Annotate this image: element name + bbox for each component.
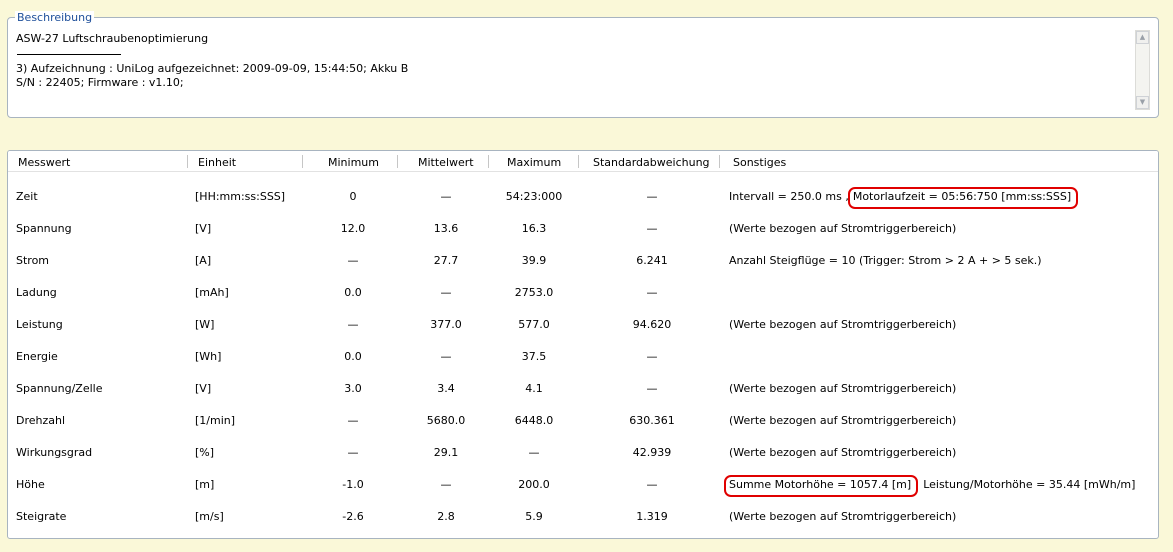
row-unit: [1/min] [195, 414, 236, 427]
description-groupbox: Beschreibung ASW-27 Luftschraubenoptimie… [7, 11, 1159, 118]
row-maximum: 577.0 [518, 318, 550, 331]
table-header: Messwert Einheit Minimum Mittelwert Maxi… [8, 151, 1158, 172]
row-standardabweichung: — [646, 478, 658, 491]
table-row[interactable]: Strom [A] —27.7 39.9 6.241 Anzahl Steigflüge … [8, 245, 1158, 277]
row-sonstiges-extra: Motorlaufzeit = 05:56:750 [mm:ss:SSS] [852, 190, 1072, 203]
table-row[interactable]: Zeit [HH:mm:ss:SSS] 0—54:23:000— Intervall … [8, 181, 1158, 213]
header-standardabweichung[interactable]: Standardabweichung [593, 151, 710, 171]
row-sonstiges: (Werte bezogen auf Stromtriggerbereich) [729, 318, 957, 331]
description-serial-line: S/N : 22405; Firmware : v1.10; [16, 76, 184, 89]
description-divider [17, 54, 121, 55]
description-title: ASW-27 Luftschraubenoptimierung [16, 32, 209, 45]
row-maximum: 4.1 [525, 382, 543, 395]
statistics-table: Messwert Einheit Minimum Mittelwert Maxi… [7, 150, 1159, 539]
description-scrollbar[interactable]: ▲ ▼ [1135, 30, 1150, 110]
header-sonstiges[interactable]: Sonstiges [733, 151, 786, 171]
table-row[interactable]: Leistung [W] —377.0 577.0 94.620 (Werte bezog… [8, 309, 1158, 341]
table-row[interactable]: Drehzahl [1/min] —5680.0 6448.0 630.361 (Wert… [8, 405, 1158, 437]
column-divider[interactable] [397, 155, 398, 168]
header-einheit[interactable]: Einheit [198, 151, 236, 171]
row-unit: [V] [195, 382, 212, 395]
table-row[interactable]: Spannung [V] 12.0 13.6 16.3— (Werte bezogen a… [8, 213, 1158, 245]
header-mittelwert[interactable]: Mittelwert [418, 151, 474, 171]
row-unit: [m/s] [195, 510, 224, 523]
column-divider[interactable] [302, 155, 303, 168]
row-maximum: 6448.0 [514, 414, 554, 427]
row-standardabweichung: — [646, 382, 658, 395]
row-maximum: 37.5 [521, 350, 547, 363]
row-sonstiges-extra: Leistung/Motorhöhe = 35.44 [mWh/m] [923, 478, 1136, 491]
row-standardabweichung: 6.241 [636, 254, 668, 267]
row-sonstiges: (Werte bezogen auf Stromtriggerbereich) [729, 382, 957, 395]
row-name: Energie [16, 350, 58, 363]
row-sonstiges: (Werte bezogen auf Stromtriggerbereich) [729, 414, 957, 427]
table-row[interactable]: Steigrate [m/s] -2.6 2.8 5.9 1.319 (Werte bezo… [8, 501, 1158, 533]
row-maximum: 39.9 [521, 254, 547, 267]
row-name: Spannung [16, 222, 72, 235]
row-name: Zeit [16, 190, 38, 203]
description-legend: Beschreibung [15, 11, 95, 24]
table-row[interactable]: Wirkungsgrad [%] —29.1—42.939 (Werte bezoge… [8, 437, 1158, 469]
row-maximum: 16.3 [521, 222, 547, 235]
row-sonstiges: (Werte bezogen auf Stromtriggerbereich) [729, 446, 957, 459]
row-name: Ladung [16, 286, 57, 299]
row-name: Spannung/Zelle [16, 382, 103, 395]
row-unit: [Wh] [195, 350, 222, 363]
header-messwert[interactable]: Messwert [18, 151, 70, 171]
row-maximum: — [528, 446, 540, 459]
row-sonstiges: (Werte bezogen auf Stromtriggerbereich) [729, 222, 957, 235]
row-name: Strom [16, 254, 50, 267]
table-row[interactable]: Spannung/Zelle [V] 3.0 3.4 4.1— (Werte bezoge… [8, 373, 1158, 405]
description-textarea[interactable]: ASW-27 Luftschraubenoptimierung 3) Aufze… [16, 32, 1126, 112]
row-unit: [m] [195, 478, 215, 491]
row-unit: [V] [195, 222, 212, 235]
column-divider[interactable] [719, 155, 720, 168]
row-standardabweichung: — [646, 350, 658, 363]
header-maximum[interactable]: Maximum [507, 151, 561, 171]
header-minimum[interactable]: Minimum [328, 151, 379, 171]
column-divider[interactable] [578, 155, 579, 168]
column-divider[interactable] [488, 155, 489, 168]
column-divider[interactable] [187, 155, 188, 168]
row-standardabweichung: — [646, 222, 658, 235]
row-name: Steigrate [16, 510, 67, 523]
row-standardabweichung: 1.319 [636, 510, 668, 523]
row-standardabweichung: — [646, 190, 658, 203]
row-name: Leistung [16, 318, 63, 331]
row-unit: [mAh] [195, 286, 229, 299]
row-sonstiges: Summe Motorhöhe = 1057.4 [m] [729, 478, 912, 491]
row-maximum: 200.0 [518, 478, 550, 491]
row-standardabweichung: 42.939 [632, 446, 672, 459]
row-sonstiges: Intervall = 250.0 ms , [729, 190, 849, 203]
row-unit: [HH:mm:ss:SSS] [195, 190, 286, 203]
table-row[interactable]: Energie [Wh] 0.0—37.5— [8, 341, 1158, 373]
row-name: Höhe [16, 478, 45, 491]
scroll-up-icon[interactable]: ▲ [1136, 31, 1149, 44]
row-sonstiges: Anzahl Steigflüge = 10 (Trigger: Strom >… [729, 254, 1042, 267]
scroll-down-icon[interactable]: ▼ [1136, 96, 1149, 109]
row-standardabweichung: 94.620 [632, 318, 672, 331]
table-row[interactable]: Ladung [mAh] 0.0—2753.0— [8, 277, 1158, 309]
row-standardabweichung: 630.361 [629, 414, 675, 427]
row-name: Drehzahl [16, 414, 66, 427]
row-standardabweichung: — [646, 286, 658, 299]
description-recording-line: 3) Aufzeichnung : UniLog aufgezeichnet: … [16, 62, 409, 75]
row-maximum: 54:23:000 [505, 190, 563, 203]
row-unit: [A] [195, 254, 212, 267]
row-name: Wirkungsgrad [16, 446, 93, 459]
row-sonstiges: (Werte bezogen auf Stromtriggerbereich) [729, 510, 957, 523]
table-row[interactable]: Höhe [m] -1.0—200.0— Summe Motorhöhe = 1057… [8, 469, 1158, 501]
row-unit: [W] [195, 318, 215, 331]
row-maximum: 2753.0 [514, 286, 554, 299]
row-maximum: 5.9 [525, 510, 543, 523]
row-unit: [%] [195, 446, 215, 459]
